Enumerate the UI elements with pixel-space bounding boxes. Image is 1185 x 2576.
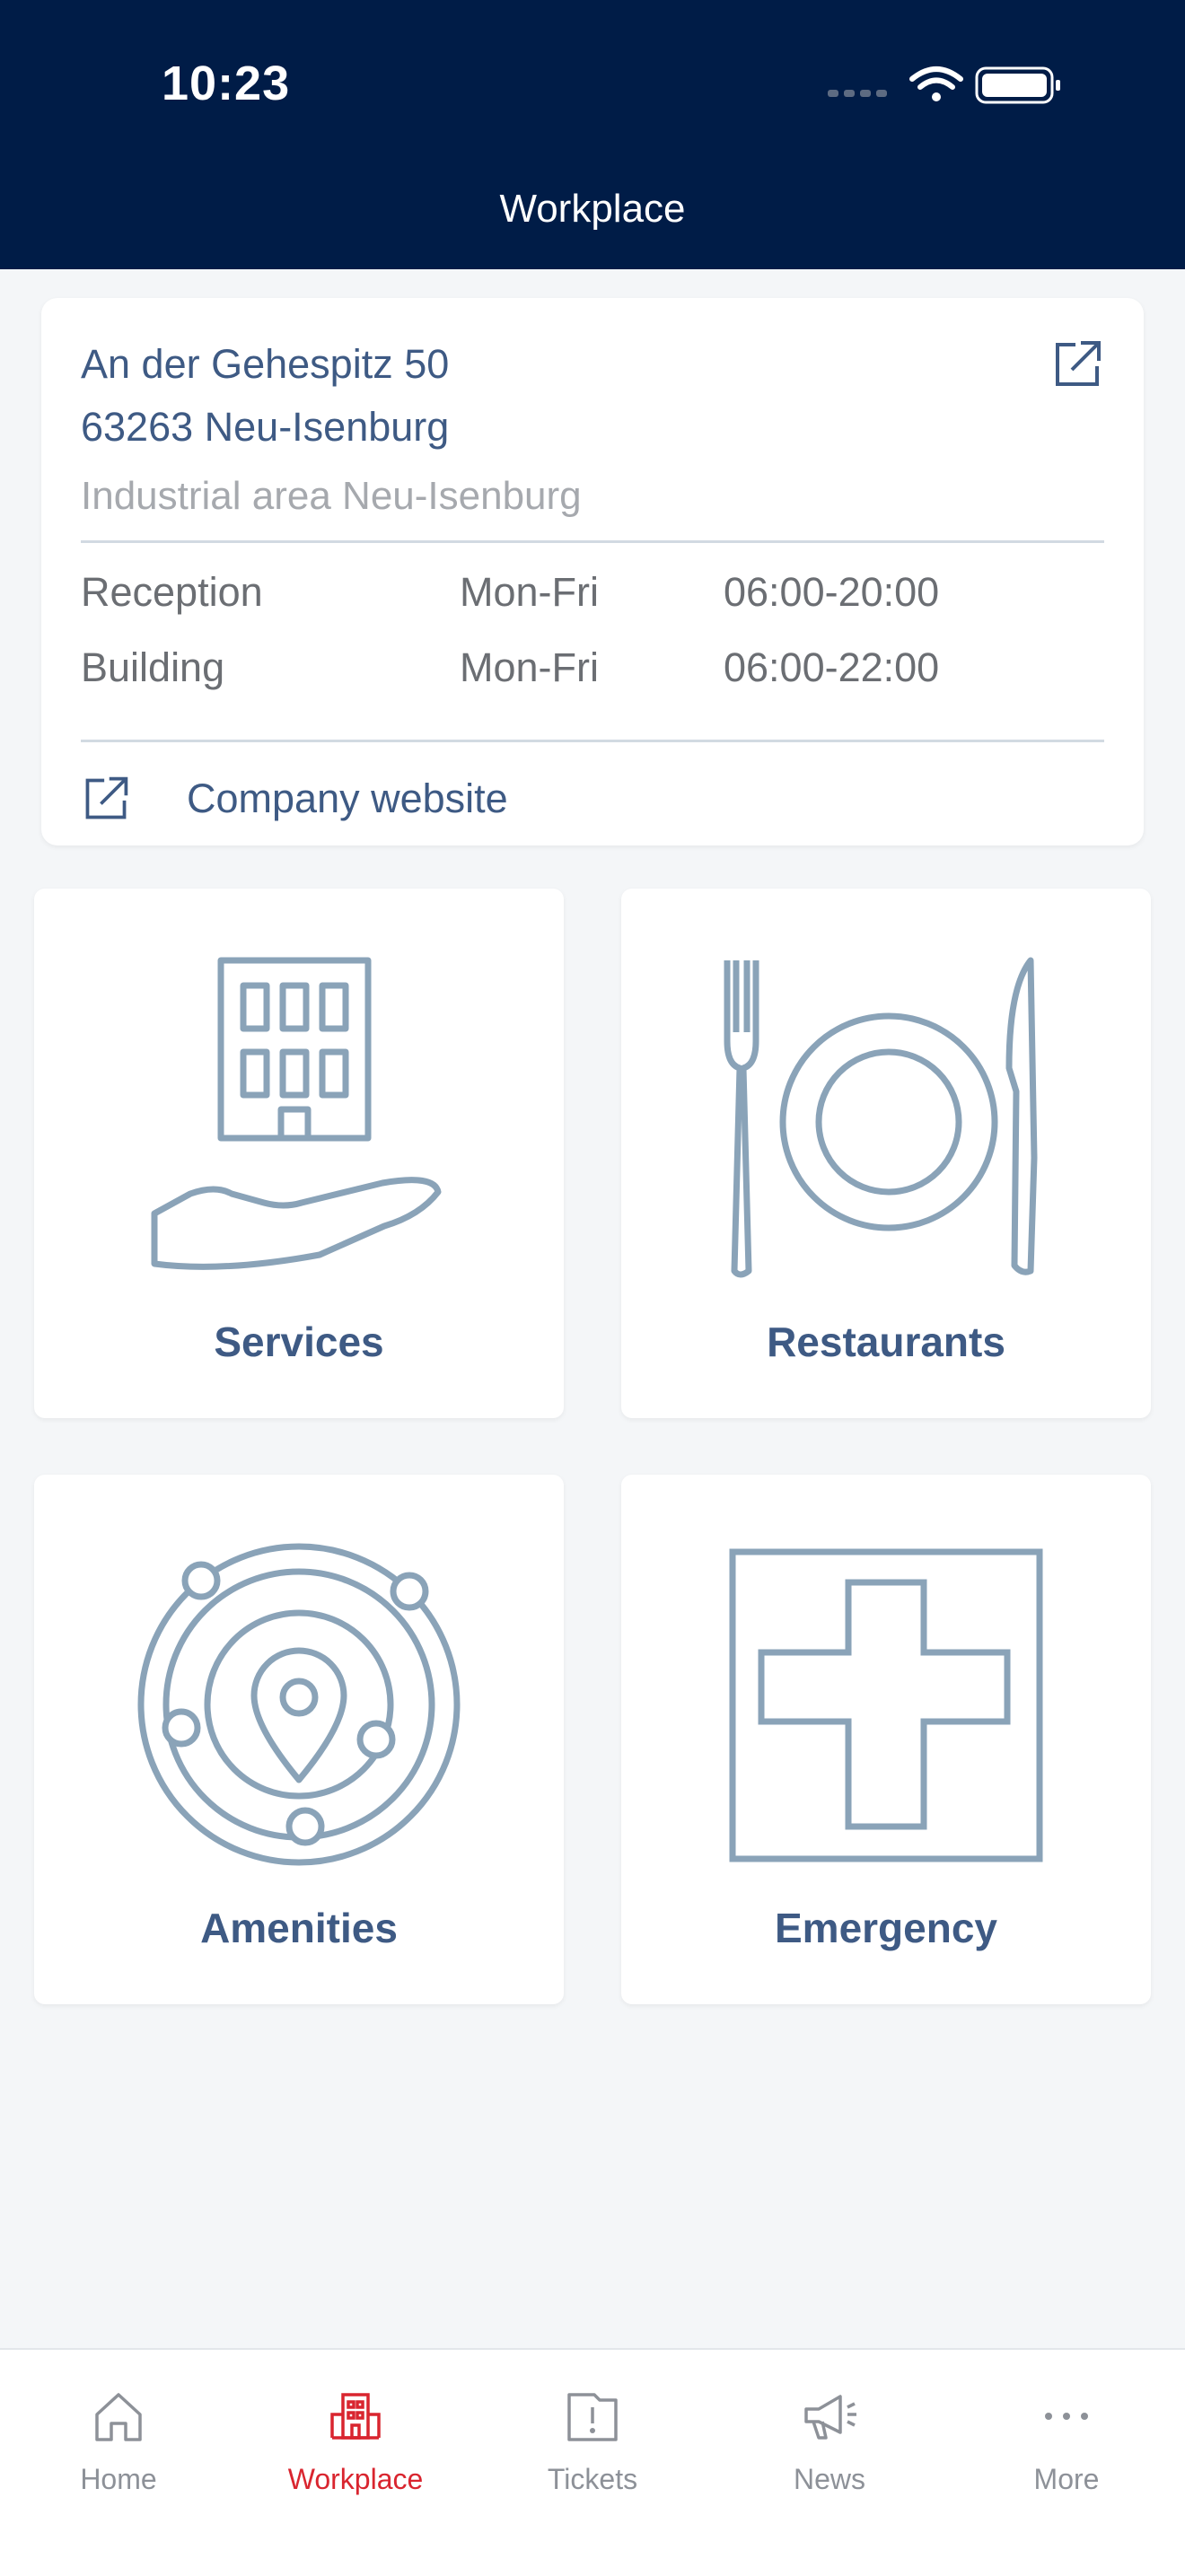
more-dots-icon	[1045, 2413, 1088, 2420]
tile-label: Services	[214, 1319, 384, 1365]
hours-days: Mon-Fri	[460, 569, 599, 615]
tile-label: Restaurants	[767, 1319, 1005, 1365]
status-icons	[828, 66, 1060, 104]
app-header: 10:23 Workplace	[0, 0, 1185, 269]
tab-label: Workplace	[287, 2463, 424, 2495]
hours-time: 06:00-22:00	[724, 644, 940, 690]
building-icon	[330, 2393, 381, 2440]
megaphone-icon	[804, 2395, 856, 2440]
tab-more[interactable]: More	[948, 2368, 1185, 2529]
tab-label: Home	[80, 2463, 157, 2495]
bottom-tab-bar: Home Workplace Tickets News More	[0, 2348, 1185, 2576]
tile-label: Amenities	[200, 1905, 398, 1951]
tab-label: Tickets	[547, 2463, 638, 2495]
tile-amenities[interactable]: Amenities	[34, 1475, 564, 2004]
signal-icon	[828, 90, 887, 97]
tab-label: News	[793, 2463, 865, 2495]
address-card: An der Gehespitz 50 63263 Neu-Isenburg I…	[41, 298, 1144, 846]
hours-name: Building	[81, 644, 225, 690]
address-street: An der Gehespitz 50	[81, 341, 450, 387]
home-icon	[95, 2393, 142, 2441]
hours-time: 06:00-20:00	[724, 569, 940, 615]
wifi-icon	[909, 66, 963, 90]
hours-name: Reception	[81, 569, 263, 615]
tile-emergency[interactable]: Emergency	[621, 1475, 1151, 2004]
hours-days: Mon-Fri	[460, 644, 599, 690]
page-title: Workplace	[499, 187, 686, 231]
external-link-icon	[85, 776, 128, 819]
tab-workplace[interactable]: Workplace	[237, 2368, 474, 2529]
company-website-label: Company website	[187, 775, 508, 821]
tab-home[interactable]: Home	[0, 2368, 237, 2529]
external-link-icon[interactable]	[1050, 337, 1104, 391]
tab-news[interactable]: News	[711, 2368, 948, 2529]
battery-icon	[975, 66, 1060, 104]
status-time: 10:23	[162, 57, 291, 110]
tile-restaurants[interactable]: Restaurants	[621, 889, 1151, 1418]
ticket-icon	[567, 2393, 618, 2441]
tile-services[interactable]: Services	[34, 889, 564, 1418]
divider	[81, 740, 1104, 742]
tile-label: Emergency	[774, 1905, 997, 1951]
address-city: 63263 Neu-Isenburg	[81, 404, 450, 450]
tab-tickets[interactable]: Tickets	[474, 2368, 711, 2529]
divider	[81, 540, 1104, 543]
tab-label: More	[1033, 2463, 1100, 2495]
address-area: Industrial area Neu-Isenburg	[81, 474, 582, 518]
